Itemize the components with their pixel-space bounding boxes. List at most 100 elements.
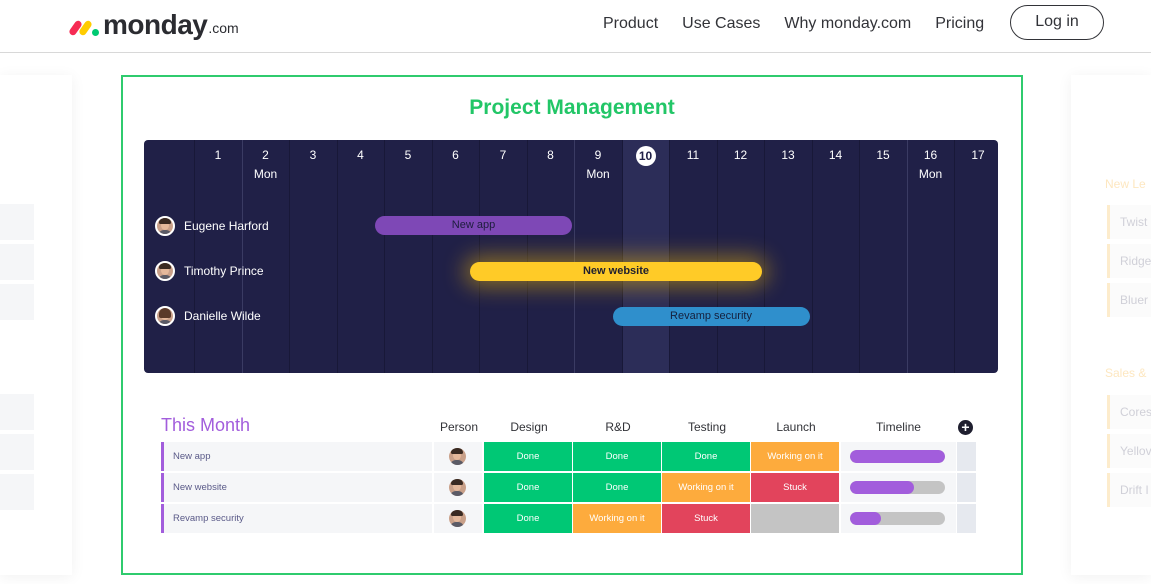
add-column-icon[interactable]: + <box>958 420 973 435</box>
day-number: 2 <box>262 148 269 162</box>
gantt-day-label: 2 Mon <box>242 146 290 184</box>
preview-row <box>0 434 34 470</box>
day-number: 11 <box>686 148 700 162</box>
gantt-day-today: 10 <box>622 146 670 166</box>
gantt-task-bar[interactable]: Revamp security <box>612 307 810 326</box>
nav-pricing[interactable]: Pricing <box>935 14 984 34</box>
column-header-design: Design <box>510 420 548 434</box>
status-cell-testing[interactable]: Working on it <box>662 473 750 502</box>
person-name: Danielle Wilde <box>184 309 261 323</box>
person-cell[interactable] <box>434 473 482 502</box>
person-cell[interactable] <box>434 442 482 471</box>
column-header-timeline: Timeline <box>876 420 921 434</box>
add-column-cell <box>957 504 976 533</box>
main-nav: Product Use Cases Why monday.com Pricing <box>603 14 1008 34</box>
gantt-day-column <box>669 140 717 373</box>
day-weekday: Mon <box>253 167 278 181</box>
project-management-card: Project Management Eugene Harford Timoth… <box>121 75 1023 575</box>
gantt-day-column <box>811 140 860 373</box>
preview-row <box>0 204 34 240</box>
gantt-task-bar[interactable]: New app <box>375 216 572 235</box>
status-cell-launch[interactable] <box>751 504 839 533</box>
day-number: 9 <box>594 148 602 162</box>
timeline-track <box>850 450 945 463</box>
item-name[interactable]: New website <box>161 473 432 502</box>
preview-row <box>0 394 34 430</box>
timeline-track <box>850 512 945 525</box>
gantt-day-column <box>954 140 998 373</box>
logo-suffix: .com <box>208 20 239 36</box>
status-cell-design[interactable]: Done <box>484 504 572 533</box>
gantt-day-column <box>194 140 242 373</box>
timeline-cell[interactable] <box>841 504 956 533</box>
person-name: Timothy Prince <box>184 264 264 278</box>
gantt-day-label: 14 <box>812 146 860 165</box>
timeline-cell[interactable] <box>841 473 956 502</box>
status-cell-rd[interactable]: Working on it <box>573 504 661 533</box>
gantt-day-column <box>621 140 669 373</box>
status-cell-rd[interactable]: Done <box>573 473 661 502</box>
status-cell-design[interactable]: Done <box>484 442 572 471</box>
status-cell-design[interactable]: Done <box>484 473 572 502</box>
day-number: 4 <box>357 148 364 162</box>
table-row[interactable]: New website Done Done Working on it Stuck <box>161 473 976 502</box>
preview-row <box>0 284 34 320</box>
avatar <box>155 306 175 326</box>
preview-group-title: Sales & <box>1105 366 1147 380</box>
column-header-person: Person <box>439 420 479 434</box>
day-number: 7 <box>499 148 507 162</box>
item-name[interactable]: Revamp security <box>161 504 432 533</box>
table-row[interactable]: Revamp security Done Working on it Stuck <box>161 504 976 533</box>
status-cell-testing[interactable]: Stuck <box>662 504 750 533</box>
day-number: 6 <box>452 148 459 162</box>
status-cell-launch[interactable]: Working on it <box>751 442 839 471</box>
gantt-day-column <box>289 140 337 373</box>
person-name: Eugene Harford <box>184 219 269 233</box>
status-cell-launch[interactable]: Stuck <box>751 473 839 502</box>
person-row-label: Eugene Harford <box>155 216 269 236</box>
column-header-testing: Testing <box>687 420 727 434</box>
preview-row: Yellov <box>1107 434 1151 468</box>
gantt-day-column <box>431 140 480 373</box>
gantt-day-label: 7 <box>479 146 527 165</box>
gantt-day-column <box>859 140 907 373</box>
preview-group-title: New Le <box>1105 177 1146 191</box>
monday-logo[interactable]: monday .com <box>68 6 239 42</box>
monday-logo-icon <box>68 14 100 37</box>
gantt-day-column <box>479 140 527 373</box>
avatar <box>155 261 175 281</box>
table-row[interactable]: New app Done Done Done Working on it <box>161 442 976 471</box>
nav-use-cases[interactable]: Use Cases <box>682 14 760 34</box>
avatar <box>155 216 175 236</box>
timeline-progress-fill <box>850 512 882 525</box>
gantt-task-bar[interactable]: New website <box>470 262 762 281</box>
day-weekday: Mon <box>918 167 943 181</box>
day-number: 8 <box>547 148 554 162</box>
item-name[interactable]: New app <box>161 442 432 471</box>
preview-row <box>0 474 34 510</box>
gantt-day-label: 9 Mon <box>574 146 622 184</box>
nav-product[interactable]: Product <box>603 14 658 34</box>
nav-why-monday[interactable]: Why monday.com <box>784 14 911 34</box>
gantt-day-label: 11 <box>669 146 717 165</box>
timeline-track <box>850 481 945 494</box>
person-cell[interactable] <box>434 504 482 533</box>
gantt-day-column <box>716 140 765 373</box>
day-number: 13 <box>781 148 795 162</box>
gantt-day-label: 5 <box>384 146 432 165</box>
timeline-cell[interactable] <box>841 442 956 471</box>
day-number: 1 <box>214 148 222 162</box>
day-weekday: Mon <box>586 167 610 181</box>
preview-row: Ridge <box>1107 244 1151 278</box>
day-number: 3 <box>309 148 317 162</box>
day-number: 16 <box>923 148 938 162</box>
gantt-day-label: 3 <box>289 146 337 165</box>
preview-row: Bluer <box>1107 283 1151 317</box>
status-cell-rd[interactable]: Done <box>573 442 661 471</box>
login-button[interactable]: Log in <box>1010 5 1104 40</box>
column-header-rd: R&D <box>605 420 631 434</box>
day-number: 14 <box>828 148 843 162</box>
top-navbar: monday .com Product Use Cases Why monday… <box>0 0 1151 53</box>
status-cell-testing[interactable]: Done <box>662 442 750 471</box>
gantt-day-label: 1 <box>194 146 242 165</box>
